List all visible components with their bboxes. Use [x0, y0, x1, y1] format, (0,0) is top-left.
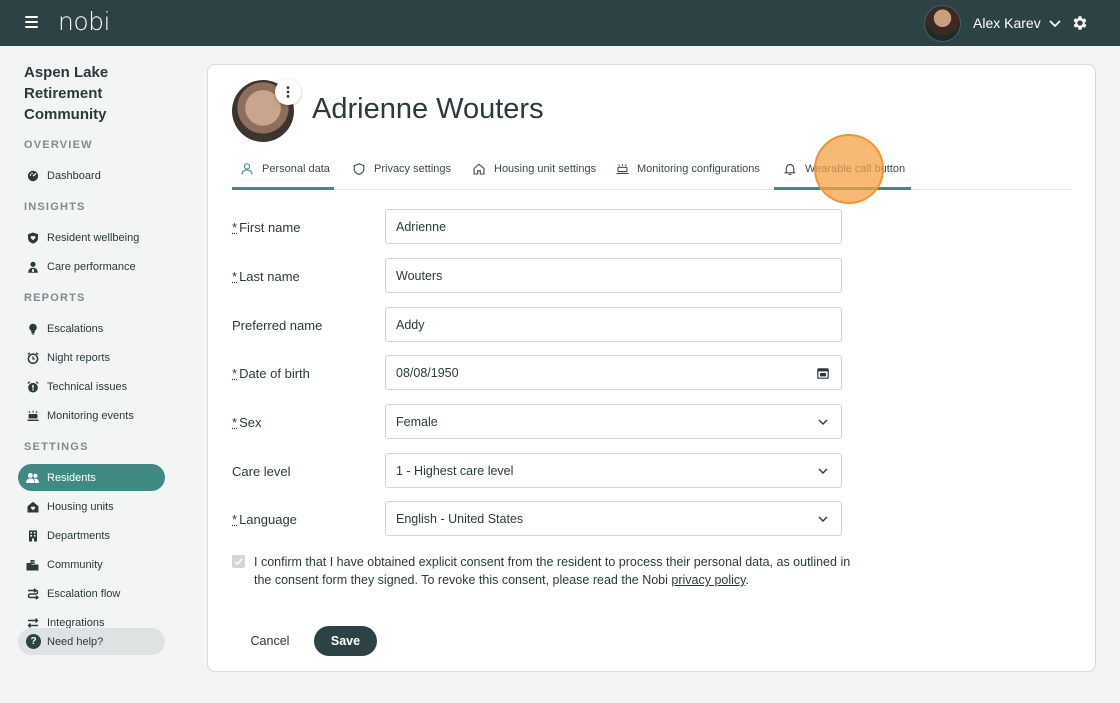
cancel-button[interactable]: Cancel [236, 626, 304, 656]
chevron-down-icon [818, 516, 828, 522]
sidebar: Aspen Lake Retirement Community OVERVIEW… [0, 46, 185, 703]
sensor-icon [616, 163, 629, 176]
more-vertical-icon [286, 86, 290, 98]
shield-heart-icon [26, 231, 39, 244]
sidebar-item-care-performance[interactable]: Care performance [18, 253, 165, 280]
house-icon [26, 500, 39, 513]
save-button[interactable]: Save [314, 626, 377, 656]
tab-privacy-settings[interactable]: Privacy settings [353, 163, 451, 190]
sidebar-item-resident-wellbeing[interactable]: Resident wellbeing [18, 224, 165, 251]
sidebar-item-label: Departments [47, 529, 110, 542]
chevron-down-icon [818, 468, 828, 474]
alert-clock-icon [26, 380, 39, 393]
resident-card: Adrienne Wouters Personal data Privacy s… [207, 64, 1096, 672]
tab-personal-data[interactable]: Personal data [232, 163, 334, 190]
sidebar-item-label: Monitoring events [47, 409, 134, 422]
chevron-down-icon [818, 419, 828, 425]
need-help-label: Need help? [47, 635, 104, 648]
sidebar-item-label: Escalation flow [47, 587, 121, 600]
tab-label: Monitoring configurations [637, 163, 760, 175]
user-menu[interactable]: Alex Karev [924, 4, 1061, 42]
sidebar-item-label: Escalations [47, 322, 104, 335]
tab-wearable-call-button[interactable]: Wearable call button [774, 163, 911, 190]
date-of-birth-field[interactable]: 08/08/1950 [385, 355, 842, 390]
more-options-button[interactable] [275, 79, 301, 105]
people-icon [26, 471, 39, 484]
home-icon [473, 163, 486, 176]
tab-label: Wearable call button [805, 163, 906, 175]
sex-select[interactable]: Female [385, 404, 842, 439]
sidebar-item-label: Dashboard [47, 169, 101, 182]
preferred-name-field[interactable]: Addy [385, 307, 842, 342]
sidebar-item-label: Integrations [47, 616, 105, 629]
date-of-birth-label: * Date of birth [232, 366, 310, 381]
consent-checkbox[interactable] [232, 555, 245, 568]
sidebar-item-label: Housing units [47, 500, 114, 513]
tab-housing-unit-settings[interactable]: Housing unit settings [473, 163, 596, 190]
sidebar-item-departments[interactable]: Departments [18, 522, 165, 549]
consent-row: I confirm that I have obtained explicit … [232, 553, 852, 589]
section-settings: SETTINGS [24, 441, 89, 453]
last-name-field[interactable]: Wouters [385, 258, 842, 293]
sidebar-item-technical-issues[interactable]: Technical issues [18, 373, 165, 400]
community-name: Aspen Lake Retirement Community [24, 64, 109, 123]
caregiver-icon [26, 260, 39, 273]
first-name-label: * First name [232, 220, 301, 235]
section-reports: REPORTS [24, 292, 86, 304]
sidebar-item-label: Care performance [47, 260, 136, 273]
tab-bar: Personal data Privacy settings Housing u… [232, 163, 1072, 190]
tab-label: Personal data [262, 163, 330, 175]
language-label: * Language [232, 512, 297, 527]
sidebar-item-label: Resident wellbeing [47, 231, 140, 244]
nobi-logo[interactable]: nobi [58, 7, 110, 36]
top-bar: nobi Alex Karev [0, 0, 1120, 46]
section-overview: OVERVIEW [24, 139, 93, 151]
sidebar-item-label: Residents [47, 471, 96, 484]
lightbulb-icon [26, 322, 39, 335]
resident-name: Adrienne Wouters [312, 93, 544, 125]
need-help-button[interactable]: ? Need help? [18, 628, 165, 655]
user-avatar [924, 4, 961, 42]
sidebar-item-label: Community [47, 558, 103, 571]
care-level-select[interactable]: 1 - Highest care level [385, 453, 842, 488]
building-icon [26, 529, 39, 542]
alarm-clock-icon [26, 351, 39, 364]
tab-label: Privacy settings [374, 163, 452, 175]
calendar-icon[interactable] [817, 367, 829, 379]
sex-label: * Sex [232, 415, 262, 430]
sidebar-item-escalation-flow[interactable]: Escalation flow [18, 580, 165, 607]
chevron-down-icon [1049, 20, 1061, 28]
sidebar-item-label: Technical issues [47, 380, 128, 393]
flow-icon [26, 587, 39, 600]
care-level-label: Care level [232, 464, 291, 479]
sidebar-item-residents[interactable]: Residents [18, 464, 165, 491]
last-name-label: * Last name [232, 269, 300, 284]
section-insights: INSIGHTS [24, 201, 86, 213]
sidebar-item-escalations[interactable]: Escalations [18, 315, 165, 342]
first-name-field[interactable]: Adrienne [385, 209, 842, 244]
privacy-policy-link[interactable]: privacy policy [671, 573, 745, 587]
tab-label: Housing unit settings [494, 163, 597, 175]
shield-icon [353, 163, 366, 176]
checkmark-icon [234, 558, 243, 566]
sidebar-item-label: Night reports [47, 351, 110, 364]
sidebar-item-monitoring-events[interactable]: Monitoring events [18, 402, 165, 429]
help-icon: ? [26, 634, 41, 649]
user-name: Alex Karev [973, 15, 1041, 31]
dashboard-icon [26, 169, 39, 182]
gear-icon[interactable] [1071, 14, 1089, 32]
sidebar-item-community[interactable]: Community [18, 551, 165, 578]
monitoring-device-icon [26, 409, 39, 422]
person-icon [241, 163, 254, 176]
consent-text: I confirm that I have obtained explicit … [254, 555, 851, 587]
hamburger-menu-icon[interactable] [25, 16, 38, 30]
sidebar-item-dashboard[interactable]: Dashboard [18, 162, 165, 189]
city-icon [26, 558, 39, 571]
preferred-name-label: Preferred name [232, 318, 323, 333]
sidebar-item-housing-units[interactable]: Housing units [18, 493, 165, 520]
tab-monitoring-configurations[interactable]: Monitoring configurations [616, 163, 760, 190]
sidebar-item-night-reports[interactable]: Night reports [18, 344, 165, 371]
language-select[interactable]: English - United States [385, 501, 842, 536]
bell-icon [784, 163, 797, 176]
